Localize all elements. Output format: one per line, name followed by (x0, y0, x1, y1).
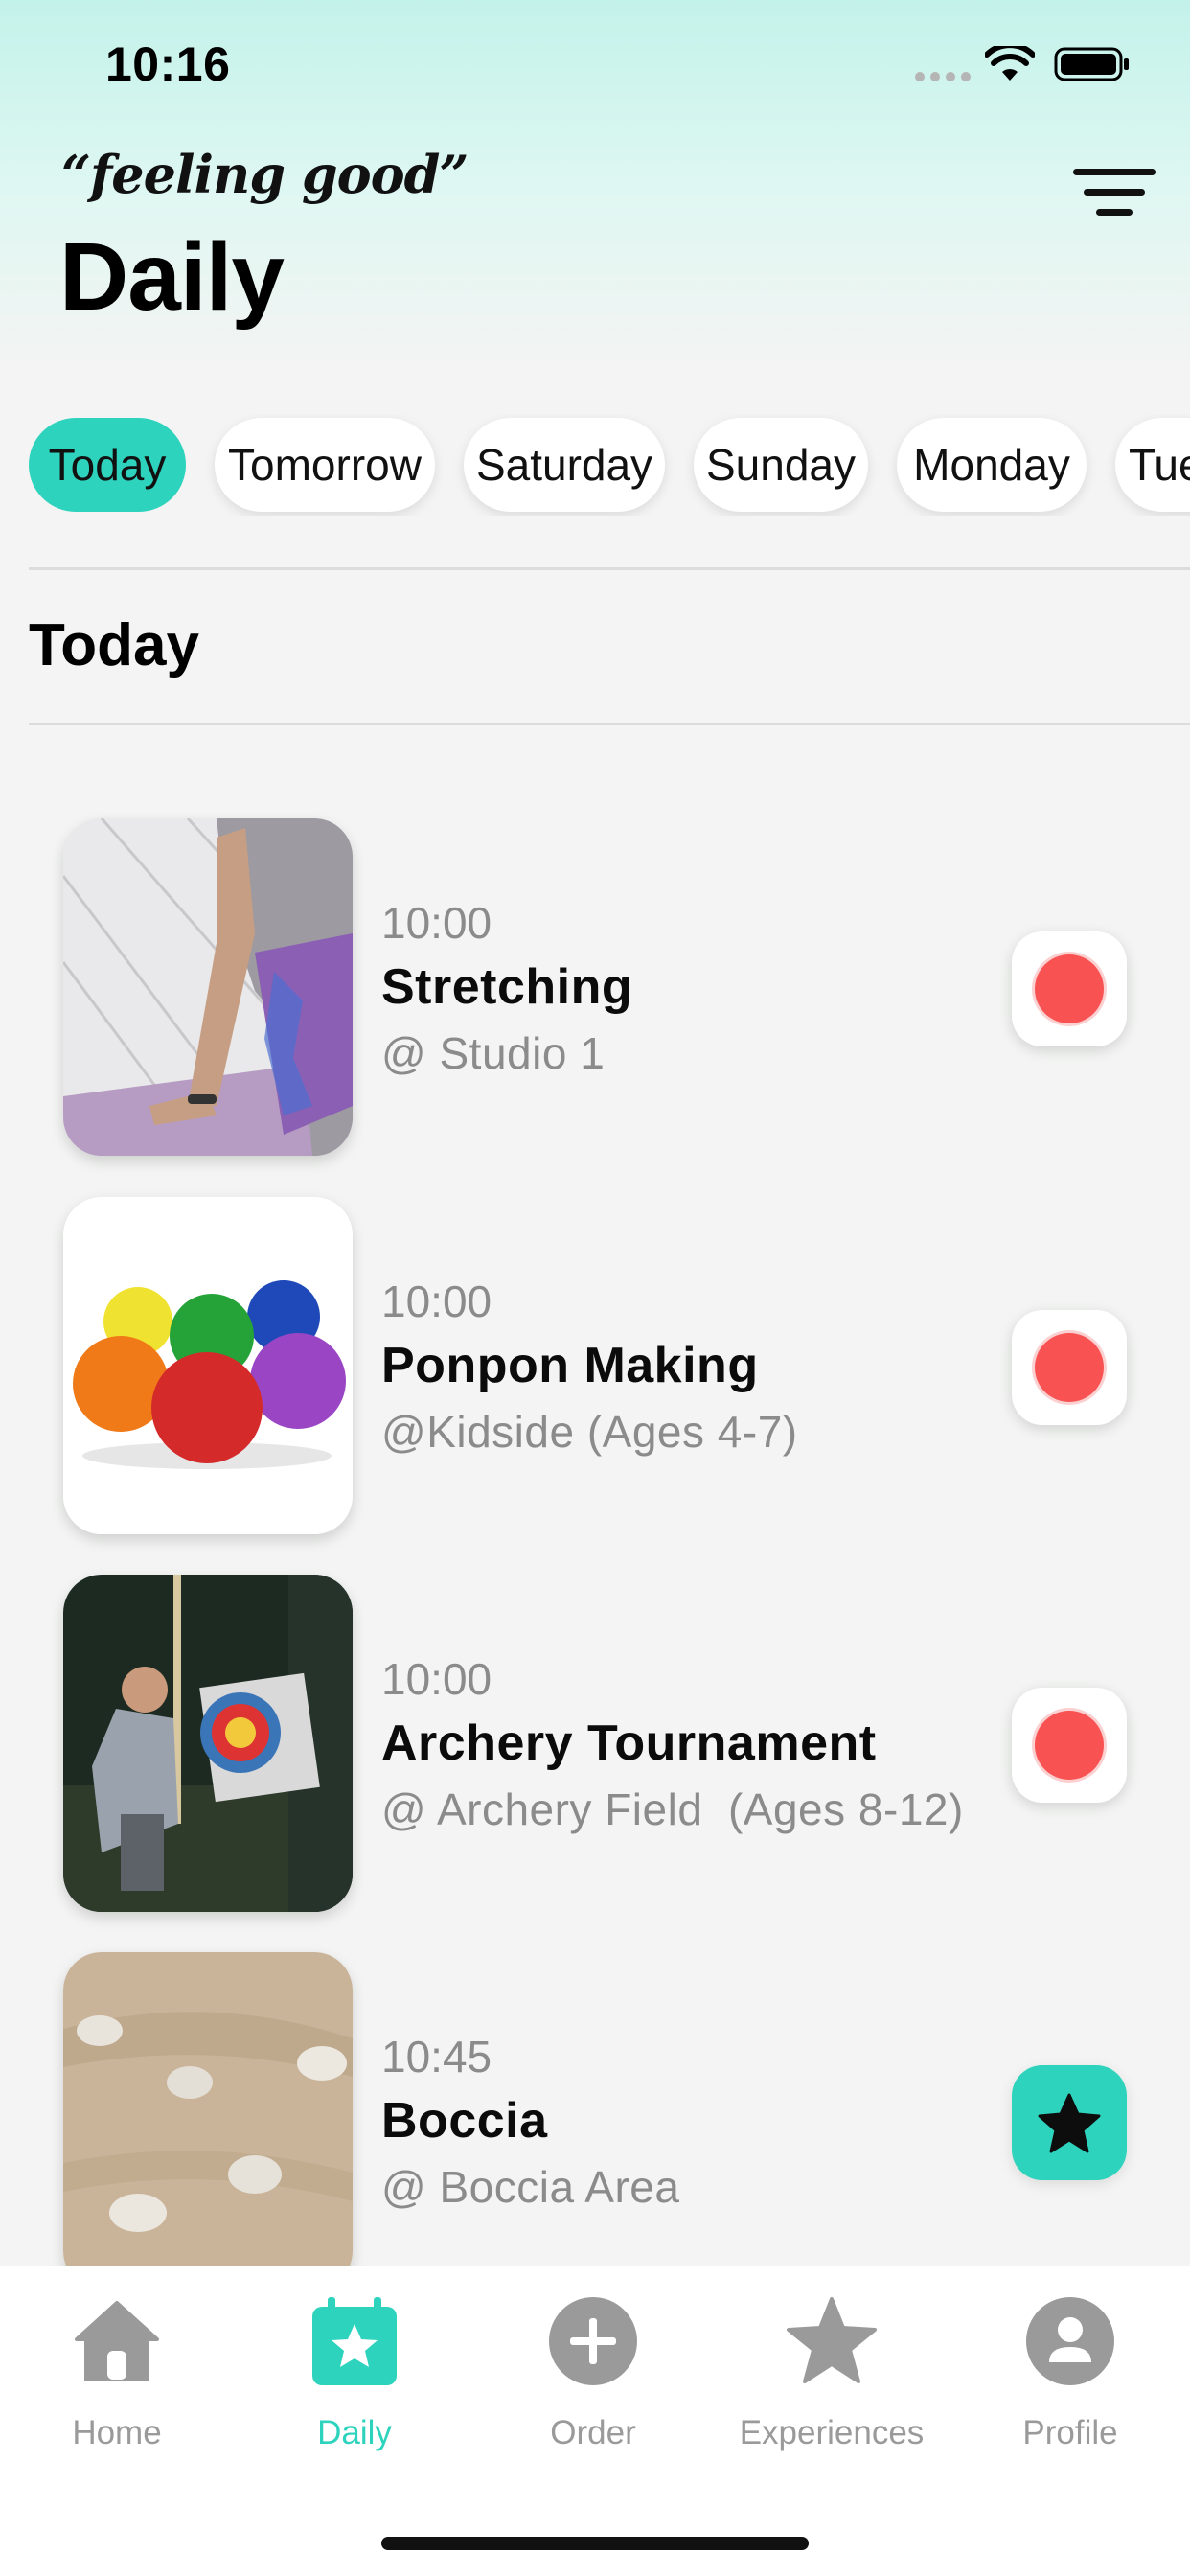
wifi-icon (985, 46, 1035, 80)
tab-label: Profile (1022, 2414, 1118, 2451)
tab-bar: Home Daily Order Experiences Profile (0, 2266, 1190, 2576)
activity-location: @Kidside (Ages 4-7) (381, 1407, 798, 1457)
tab-experiences[interactable]: Experiences (717, 2295, 947, 2487)
daily-screen: 10:16 “feeling good” Daily Today Tomorro… (0, 0, 1190, 2576)
record-button[interactable] (1012, 932, 1127, 1046)
divider (29, 567, 1190, 570)
section-title: Today (29, 612, 199, 678)
status-bar: 10:16 (0, 0, 1190, 128)
profile-icon (1026, 2297, 1114, 2385)
record-dot-icon (1035, 954, 1104, 1024)
activity-image-stretching (63, 818, 353, 1156)
battery-icon (1054, 47, 1129, 81)
activity-row-stretching[interactable]: 10:00 Stretching @ Studio 1 (0, 818, 1190, 1160)
activity-title: Stretching (381, 959, 633, 1015)
activity-location: @ Studio 1 (381, 1028, 606, 1078)
activity-time: 10:00 (381, 1276, 492, 1326)
tab-daily[interactable]: Daily (240, 2295, 469, 2487)
home-icon (75, 2301, 159, 2381)
home-indicator (381, 2537, 809, 2550)
divider (29, 723, 1190, 725)
record-dot-icon (1035, 1711, 1104, 1780)
day-tab-tuesday[interactable]: Tuesday (1115, 418, 1190, 512)
record-button[interactable] (1012, 1688, 1127, 1803)
activity-row-boccia[interactable]: 10:45 Boccia @ Boccia Area (0, 1952, 1190, 2293)
tab-label: Daily (317, 2414, 392, 2451)
star-icon (1038, 2093, 1101, 2153)
cellular-signal-icon (915, 72, 973, 81)
activity-row-archery-tournament[interactable]: 10:00 Archery Tournament @ Archery Field… (0, 1575, 1190, 1916)
activity-time: 10:00 (381, 898, 492, 948)
record-button[interactable] (1012, 1310, 1127, 1425)
star-icon (787, 2297, 877, 2383)
tab-label: Experiences (739, 2414, 925, 2451)
activity-location: @ Boccia Area (381, 2162, 680, 2212)
record-dot-icon (1035, 1333, 1104, 1402)
tab-label: Order (550, 2414, 636, 2451)
activity-title: Ponpon Making (381, 1338, 759, 1393)
activity-title: Boccia (381, 2093, 548, 2149)
tab-profile[interactable]: Profile (955, 2295, 1185, 2487)
tab-label: Home (72, 2414, 162, 2451)
activity-image-boccia (63, 1952, 353, 2289)
day-tabs: Today Tomorrow Saturday Sunday Monday Tu… (0, 414, 1190, 516)
day-tab-sunday[interactable]: Sunday (694, 418, 868, 512)
activity-time: 10:45 (381, 2032, 492, 2082)
activity-row-ponpon-making[interactable]: 10:00 Ponpon Making @Kidside (Ages 4-7) (0, 1197, 1190, 1538)
activity-title: Archery Tournament (381, 1715, 877, 1771)
brand-logo: “feeling good” (61, 144, 469, 205)
activity-time: 10:00 (381, 1654, 492, 1704)
day-tab-saturday[interactable]: Saturday (464, 418, 665, 512)
filter-icon[interactable] (1073, 163, 1156, 220)
activity-location: @ Archery Field (Ages 8-12) (381, 1784, 964, 1834)
status-time: 10:16 (105, 37, 231, 91)
tab-home[interactable]: Home (2, 2295, 232, 2487)
day-tab-today[interactable]: Today (29, 418, 186, 512)
day-tab-tomorrow[interactable]: Tomorrow (215, 418, 435, 512)
daily-calendar-icon (312, 2297, 397, 2385)
activity-image-archery-tournament (63, 1575, 353, 1912)
day-tab-monday[interactable]: Monday (897, 418, 1087, 512)
tab-order[interactable]: Order (478, 2295, 708, 2487)
favorite-button[interactable] (1012, 2065, 1127, 2180)
activity-image-ponpon-making (63, 1197, 353, 1534)
page-title: Daily (59, 223, 285, 331)
plus-icon (549, 2297, 637, 2385)
